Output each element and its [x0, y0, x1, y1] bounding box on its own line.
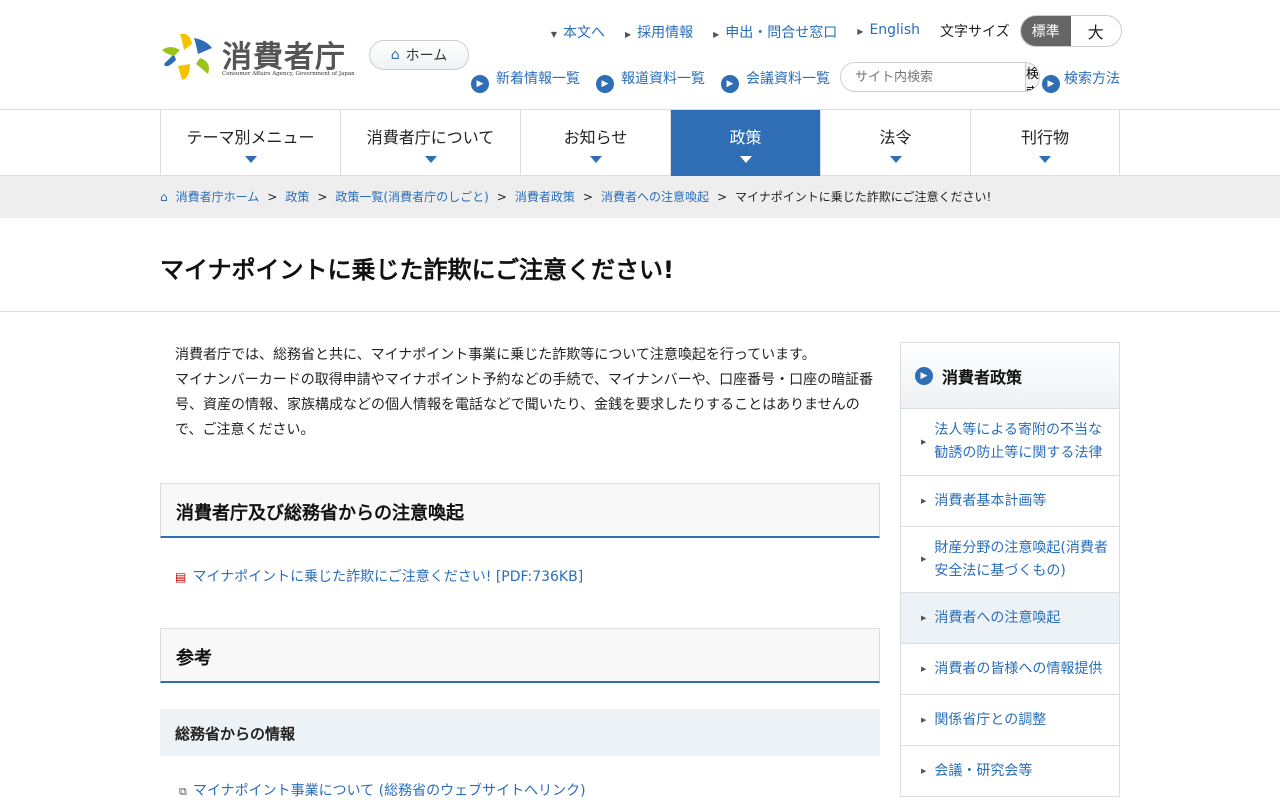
chevron-down-icon	[1039, 155, 1051, 163]
search-button[interactable]: 検索	[1025, 63, 1039, 91]
meeting-docs-link[interactable]: ▶ 会議資料一覧	[721, 68, 830, 93]
triangle-down-icon: ▼	[550, 30, 557, 39]
sidebar-item[interactable]: ▶ 消費者基本計画等	[901, 476, 1119, 527]
logo-name[interactable]: 消費者庁	[222, 32, 346, 76]
triangle-right-icon: ▶	[921, 496, 927, 505]
font-size-large-button[interactable]: 大	[1071, 16, 1121, 46]
sidebar-item[interactable]: ▶ 会議・研究会等	[901, 746, 1119, 797]
chevron-down-icon	[244, 155, 257, 163]
triangle-right-icon: ▶	[921, 437, 927, 446]
top-links: ▼ 本文へ ▶ 採用情報 ▶ 申出・問合せ窓口 ▶ English	[551, 22, 920, 42]
nav-laws[interactable]: 法令	[821, 110, 971, 176]
play-circle-icon: ▶	[596, 75, 614, 93]
pdf-link[interactable]: ▤ マイナポイントに乗じた詐欺にご注意ください! [PDF:736KB]	[175, 566, 583, 586]
top-link[interactable]: ▶ 申出・問合せ窓口	[713, 22, 837, 42]
nav-news[interactable]: お知らせ	[521, 110, 671, 176]
section-heading: 参考	[160, 628, 880, 683]
external-link-icon: ⧉	[179, 785, 187, 798]
section-heading: 消費者庁及び総務省からの注意喚起	[160, 483, 880, 538]
sidebar: ▶ 消費者政策 ▶ 法人等による寄附の不当な勧誘の防止等に関する法律 ▶ 消費者基本計…	[900, 342, 1120, 797]
chevron-down-icon	[424, 155, 437, 163]
play-circle-icon: ▶	[471, 75, 489, 93]
breadcrumb-link[interactable]: 政策	[285, 188, 309, 205]
top-link[interactable]: ▶ English	[857, 22, 920, 42]
sidebar-item[interactable]: ▶ 関係省庁との調整	[901, 695, 1119, 746]
triangle-right-icon: ▶	[624, 30, 632, 39]
font-size-control: 文字サイズ 標準大	[940, 15, 1122, 47]
breadcrumb-current: マイナポイントに乗じた詐欺にご注意ください!	[735, 190, 992, 204]
press-release-link[interactable]: ▶ 報道資料一覧	[596, 68, 705, 93]
breadcrumb-link[interactable]: 消費者政策	[515, 188, 575, 205]
page-title: マイナポイントに乗じた詐欺にご注意ください!	[160, 256, 674, 284]
search-help-link[interactable]: ▶ 検索方法	[1042, 68, 1120, 93]
chevron-down-icon	[589, 155, 602, 163]
chevron-down-icon	[739, 155, 752, 163]
sidebar-item[interactable]: ▶ 財産分野の注意喚起(消費者安全法に基づくもの)	[901, 527, 1119, 593]
sidebar-title: ▶ 消費者政策	[901, 343, 1119, 409]
home-icon: ⌂	[160, 189, 168, 204]
font-size-standard-button[interactable]: 標準	[1020, 16, 1071, 46]
breadcrumb: ⌂ 消費者庁ホーム > 政策 > 政策一覧(消費者庁のしごと) > 消費者政策 > 消費…	[0, 176, 1280, 218]
font-size-label: 文字サイズ	[940, 24, 1010, 40]
triangle-right-icon: ▶	[713, 30, 720, 39]
nav-theme-menu[interactable]: テーマ別メニュー	[161, 110, 341, 176]
breadcrumb-link[interactable]: 消費者への注意喚起	[601, 188, 709, 205]
logo-mark-icon	[162, 33, 212, 80]
sidebar-item[interactable]: ▶ 法人等による寄附の不当な勧誘の防止等に関する法律	[901, 409, 1119, 476]
sub-heading: 総務省からの情報	[160, 709, 880, 756]
intro-text: 消費者庁では、総務省と共に、マイナポイント事業に乗じた詐欺等について注意喚起を行…	[175, 347, 874, 438]
breadcrumb-link[interactable]: 政策一覧(消費者庁のしごと)	[335, 188, 488, 205]
external-link[interactable]: ⧉ マイナポイント事業について (総務省のウェブサイトへリンク)	[175, 780, 586, 800]
play-circle-icon: ▶	[915, 366, 933, 385]
logo-subtitle: Consumer Affairs Agency, Government of J…	[222, 71, 355, 77]
new-info-link[interactable]: ▶ 新着情報一覧	[471, 68, 580, 93]
play-circle-icon: ▶	[1042, 75, 1060, 93]
nav-policy[interactable]: 政策	[671, 110, 821, 176]
triangle-right-icon: ▶	[921, 715, 927, 724]
sidebar-item-current[interactable]: ▶ 消費者への注意喚起	[901, 593, 1119, 644]
triangle-right-icon: ▶	[921, 555, 927, 563]
chevron-down-icon	[889, 155, 902, 163]
top-link[interactable]: ▶ 採用情報	[625, 22, 693, 42]
site-search: 検索	[840, 62, 1040, 92]
global-nav: テーマ別メニュー 消費者庁について お知らせ 政策 法令 刊行物	[0, 109, 1280, 176]
triangle-right-icon: ▶	[921, 766, 927, 775]
breadcrumb-link[interactable]: 消費者庁ホーム	[176, 188, 260, 205]
nav-publications[interactable]: 刊行物	[971, 110, 1120, 176]
home-button[interactable]: ⌂ ホーム	[369, 40, 469, 70]
home-icon: ⌂	[390, 47, 400, 63]
pdf-icon: ▤	[175, 570, 187, 584]
top-link[interactable]: ▼ 本文へ	[551, 22, 605, 42]
triangle-right-icon: ▶	[921, 613, 927, 622]
nav-about[interactable]: 消費者庁について	[341, 110, 521, 176]
triangle-right-icon: ▶	[857, 27, 864, 36]
play-circle-icon: ▶	[721, 75, 739, 93]
triangle-right-icon: ▶	[921, 664, 927, 673]
sidebar-item[interactable]: ▶ 消費者の皆様への情報提供	[901, 644, 1119, 695]
search-input[interactable]	[841, 63, 1025, 91]
